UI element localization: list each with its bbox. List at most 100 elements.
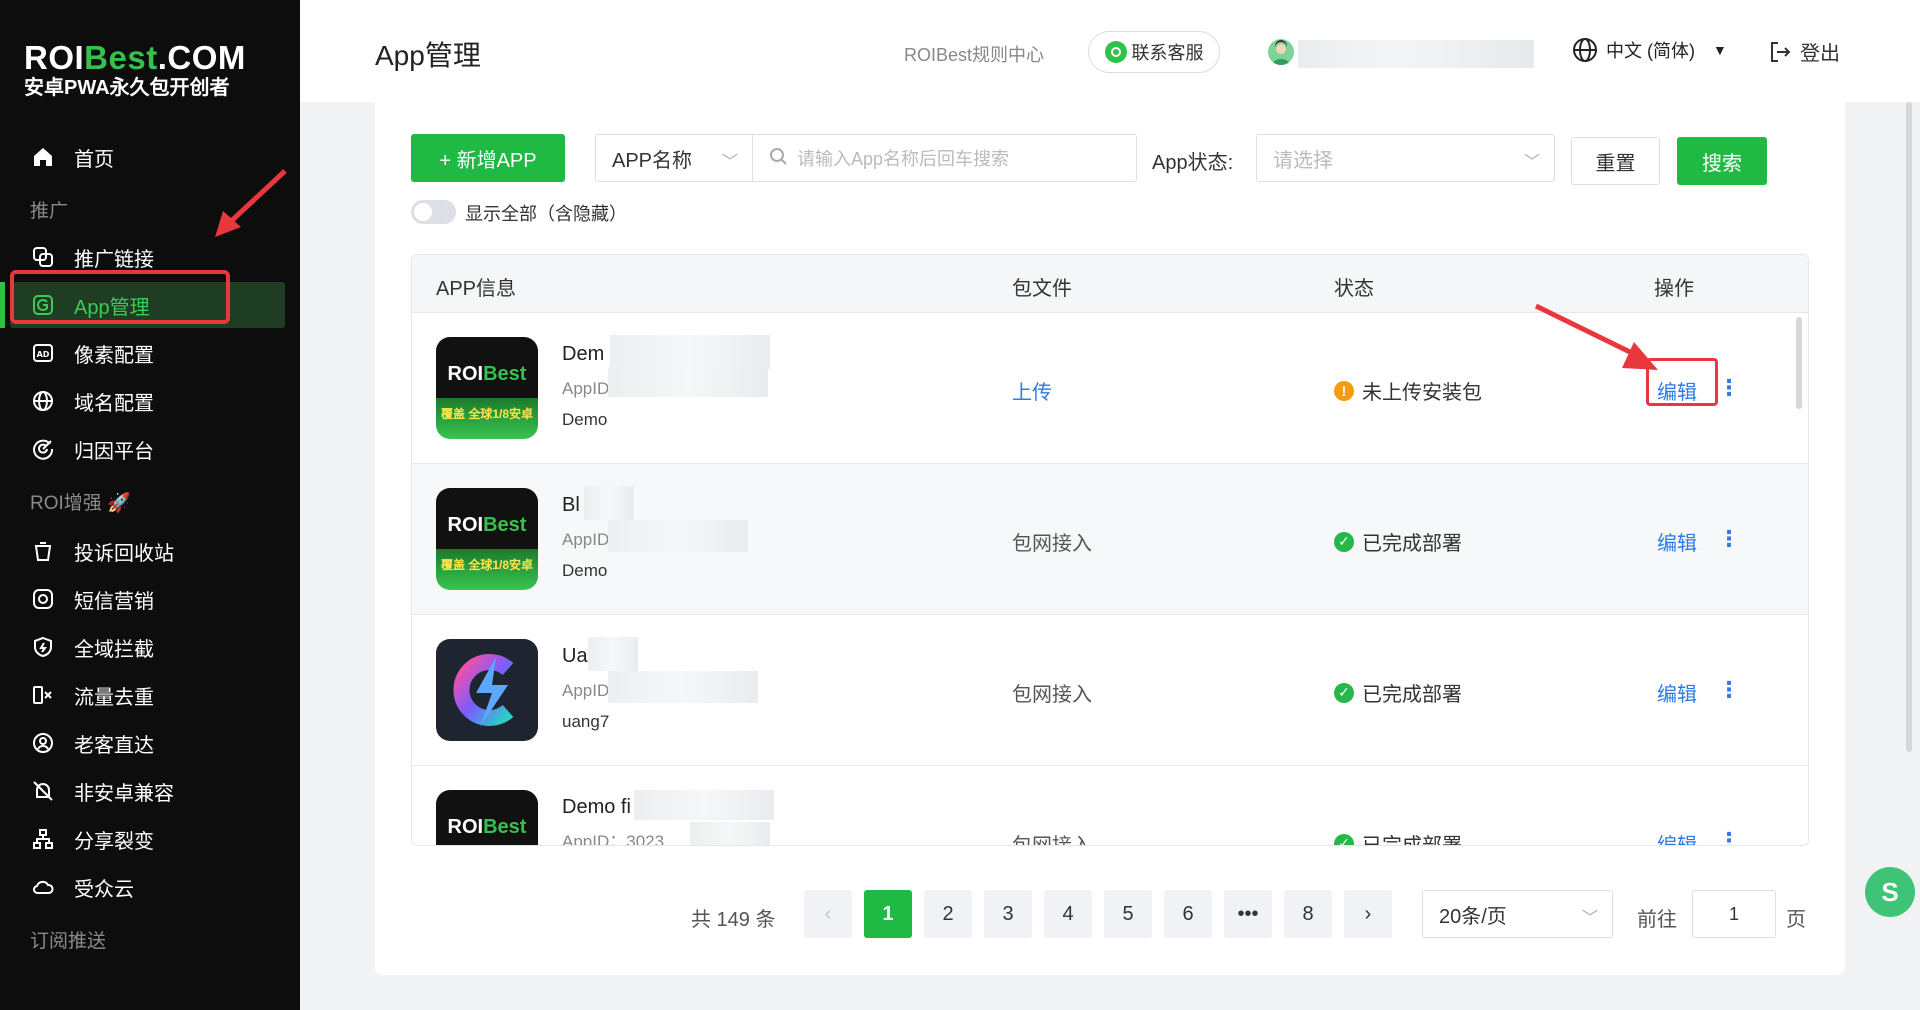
sidebar-item-label: 流量去重 (74, 686, 154, 709)
more-vertical-icon[interactable]: ⋮ (1718, 677, 1740, 703)
app-package: Demo (562, 410, 608, 429)
contact-support-button[interactable]: 联系客服 (1088, 31, 1220, 73)
dedupe-icon (30, 682, 56, 708)
package-file: 包网接入 (1012, 684, 1092, 706)
page-button[interactable]: 8 (1284, 890, 1332, 938)
annotation-highlight-box (10, 270, 230, 324)
next-page-button[interactable]: › (1344, 890, 1392, 938)
ad-icon: AD (30, 340, 56, 366)
search-icon (769, 147, 787, 170)
more-pages-button[interactable]: ••• (1224, 890, 1272, 938)
page-button[interactable]: 6 (1164, 890, 1212, 938)
redacted-block (610, 335, 770, 369)
more-vertical-icon[interactable]: ⋮ (1718, 526, 1740, 552)
avatar[interactable] (1268, 39, 1294, 65)
sidebar-item-share-fission[interactable]: 分享裂变 (10, 816, 285, 862)
table-row: ROIBest 覆盖 全球1/8安卓 Dem AppID：8 Demo 上传 !… (412, 313, 1808, 464)
search-field-select[interactable]: APP名称 ﹀ (595, 134, 753, 182)
sidebar-item-returning-customer[interactable]: 老客直达 (10, 720, 285, 766)
app-logo: ROIBest 覆盖 全球1/8安卓 (436, 488, 538, 590)
share-tree-icon (30, 826, 56, 852)
search-input[interactable]: 请输入App名称后回车搜索 (752, 134, 1137, 182)
check-circle-icon: ✓ (1334, 833, 1354, 845)
app-package: Demo (562, 561, 608, 580)
app-name: Ua (562, 645, 588, 667)
status-cell: ! 未上传安装包 (1334, 376, 1482, 405)
page-button[interactable]: 5 (1104, 890, 1152, 938)
reset-button[interactable]: 重置 (1571, 137, 1660, 185)
show-all-toggle[interactable] (411, 200, 456, 224)
warning-icon: ! (1334, 380, 1354, 401)
redacted-block (690, 822, 770, 845)
sidebar: ROIBest.COM 安卓PWA永久包开创者 首页 推广 推广链接 App管理… (0, 0, 300, 1010)
sidebar-item-sms-marketing[interactable]: 短信营销 (10, 576, 285, 622)
android-off-icon (30, 778, 56, 804)
more-vertical-icon[interactable]: ⋮ (1718, 375, 1740, 401)
sidebar-item-pixel-config[interactable]: AD 像素配置 (10, 330, 285, 376)
page-button[interactable]: 1 (864, 890, 912, 938)
logo-text: ROIBest.COM (24, 39, 246, 76)
redacted-block (608, 671, 758, 703)
page-button[interactable]: 4 (1044, 890, 1092, 938)
upload-link[interactable]: 上传 (1012, 376, 1052, 405)
sidebar-item-traffic-dedupe[interactable]: 流量去重 (10, 672, 285, 718)
sidebar-item-audience-cloud[interactable]: 受众云 (10, 864, 285, 910)
page-size-select[interactable]: 20条/页 ﹀ (1422, 890, 1613, 938)
more-vertical-icon[interactable]: ⋮ (1718, 828, 1740, 845)
page-scrollbar[interactable] (1906, 102, 1912, 752)
username-redacted (1298, 40, 1534, 68)
top-header: App管理 ROIBest规则中心 联系客服 中文 (简体) ▼ 登出 (300, 0, 1920, 102)
sidebar-item-non-android[interactable]: 非安卓兼容 (10, 768, 285, 814)
chevron-down-icon: ﹀ (1523, 154, 1540, 171)
chevron-down-icon: ﹀ (721, 154, 738, 171)
toggle-knob (414, 203, 432, 221)
check-circle-icon: ✓ (1334, 531, 1354, 552)
goto-suffix: 页 (1786, 909, 1806, 931)
home-icon (30, 144, 56, 170)
app-name: Demo fi (562, 796, 631, 818)
page-button[interactable]: 2 (924, 890, 972, 938)
sidebar-item-attribution[interactable]: 归因平台 (10, 426, 285, 472)
logo[interactable]: ROIBest.COM 安卓PWA永久包开创者 (24, 39, 246, 100)
app-logo: ROIBest 覆盖 全球1/8安卓 (436, 337, 538, 439)
status-filter-select[interactable]: 请选择 ﹀ (1256, 134, 1555, 182)
edit-link[interactable]: 编辑 (1657, 678, 1697, 707)
redacted-block (584, 486, 634, 520)
language-selector[interactable]: 中文 (简体) ▼ (1572, 37, 1727, 63)
status-cell: ✓ 已完成部署 (1334, 678, 1462, 707)
sms-icon (30, 586, 56, 612)
chevron-down-icon: ﹀ (1581, 910, 1598, 927)
status-filter-label: App状态: (1152, 152, 1234, 174)
edit-link[interactable]: 编辑 (1657, 829, 1697, 845)
rule-center-link[interactable]: ROIBest规则中心 (904, 41, 1044, 67)
package-file: 包网接入 (1012, 835, 1092, 846)
table-scrollbar[interactable] (1796, 317, 1802, 409)
add-app-button[interactable]: + 新增APP (411, 134, 565, 182)
chevron-left-icon: ‹ (824, 902, 832, 925)
page-button[interactable]: 3 (984, 890, 1032, 938)
column-header: 状态 (1334, 278, 1374, 300)
prev-page-button[interactable]: ‹ (804, 890, 852, 938)
edit-link[interactable]: 编辑 (1657, 527, 1697, 556)
column-header: APP信息 (436, 278, 517, 300)
goto-page-input[interactable]: 1 (1692, 890, 1776, 938)
package-file: 包网接入 (1012, 533, 1092, 555)
app-id: AppID：3023 (562, 832, 665, 846)
goto-label: 前往 (1637, 909, 1677, 931)
sidebar-item-domain-config[interactable]: 域名配置 (10, 378, 285, 424)
logout-icon (1771, 41, 1791, 62)
cloud-icon (30, 874, 56, 900)
status-cell: ✓ 已完成部署 (1334, 527, 1462, 556)
globe-icon (30, 388, 56, 414)
sidebar-item-home[interactable]: 首页 (10, 134, 285, 180)
search-button[interactable]: 搜索 (1677, 137, 1767, 185)
logout-button[interactable]: 登出 (1768, 37, 1840, 66)
app-logo: ROIBest (436, 790, 538, 845)
floating-assistant-icon[interactable]: S (1865, 867, 1915, 917)
sidebar-group-subscription: 订阅推送 (30, 931, 107, 952)
sidebar-item-label: 域名配置 (74, 392, 154, 415)
sidebar-item-complaint-bin[interactable]: 投诉回收站 (10, 528, 285, 574)
sidebar-group-promotion: 推广 (30, 201, 69, 222)
sidebar-item-global-block[interactable]: 全域拦截 (10, 624, 285, 670)
logo-tagline: 安卓PWA永久包开创者 (24, 77, 230, 99)
